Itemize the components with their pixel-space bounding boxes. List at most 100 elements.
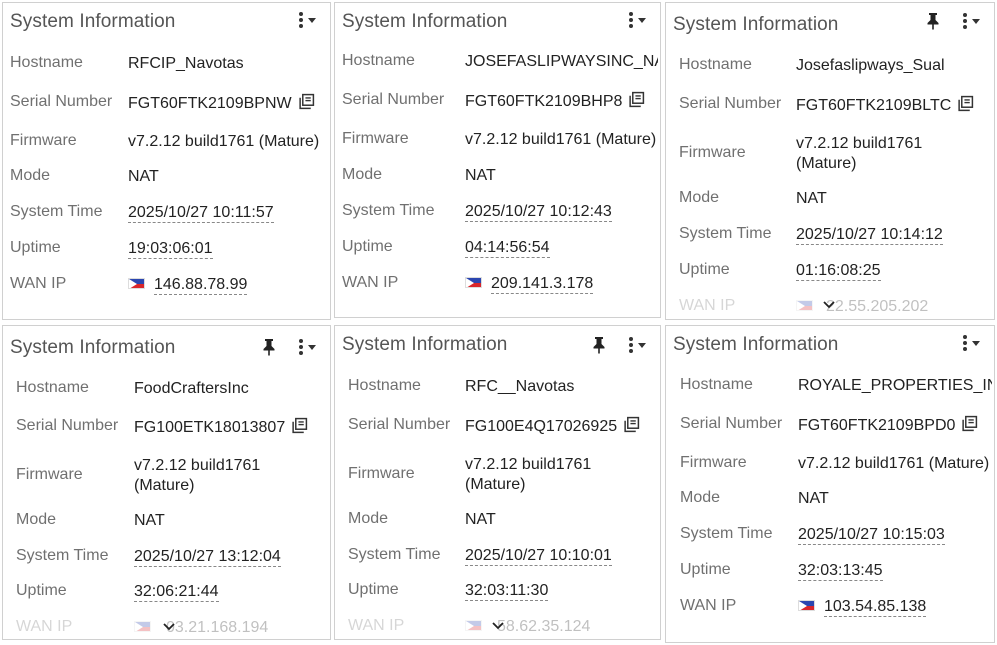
system-time-label: System Time: [10, 203, 103, 220]
copy-icon[interactable]: [291, 417, 308, 434]
firmware-label: Firmware: [16, 466, 83, 483]
mode-label: Mode: [10, 167, 51, 184]
copy-icon[interactable]: [298, 93, 315, 110]
firmware-value: v7.2.12 build1761 (Mature): [134, 457, 261, 494]
scroll-down-chevron-icon[interactable]: [492, 621, 504, 631]
hostname-value: Josefaslipways_Sual: [796, 57, 945, 74]
firmware-label: Firmware: [680, 454, 747, 471]
wan-ip-value[interactable]: 209.141.3.178: [491, 275, 594, 294]
widget-title: System Information: [342, 11, 508, 32]
philippines-flag-icon: [798, 600, 815, 611]
mode-value: NAT: [128, 168, 159, 185]
uptime-label: Uptime: [679, 261, 730, 278]
philippines-flag-icon: [465, 277, 482, 288]
uptime-value[interactable]: 01:16:08:25: [796, 262, 881, 281]
system-time-value[interactable]: 2025/10/27 10:12:43: [465, 203, 612, 222]
system-time-label: System Time: [16, 547, 109, 564]
mode-value: NAT: [134, 512, 165, 529]
system-time-value[interactable]: 2025/10/27 10:10:01: [465, 547, 612, 566]
scroll-down-chevron-icon[interactable]: [163, 622, 175, 632]
hostname-value: RFCIP_Navotas: [128, 55, 244, 72]
wan-ip-value[interactable]: 103.54.85.138: [824, 598, 927, 617]
uptime-label: Uptime: [10, 239, 61, 256]
widget-menu-icon[interactable]: [963, 335, 980, 351]
system-time-value[interactable]: 2025/10/27 10:11:57: [128, 204, 274, 223]
mode-label: Mode: [679, 189, 720, 206]
uptime-label: Uptime: [680, 561, 731, 578]
pin-icon[interactable]: [925, 12, 941, 30]
uptime-value[interactable]: 32:03:11:30: [465, 582, 549, 601]
serial-value: FGT60FTK2109BHP8: [465, 91, 658, 112]
wan-ip-label: WAN IP: [679, 297, 736, 314]
serial-text: FGT60FTK2109BLTC: [796, 97, 952, 114]
philippines-flag-icon: [796, 300, 813, 311]
system-time-label: System Time: [680, 525, 773, 542]
widget-menu-icon[interactable]: [629, 12, 646, 28]
serial-text: FGT60FTK2109BPD0: [798, 417, 956, 434]
system-time-value[interactable]: 2025/10/27 10:14:12: [796, 226, 943, 245]
pin-icon[interactable]: [261, 338, 277, 356]
mode-value: NAT: [465, 511, 496, 528]
widget-menu-icon[interactable]: [629, 337, 646, 353]
system-time-label: System Time: [342, 202, 435, 219]
system-time-value[interactable]: 2025/10/27 10:15:03: [798, 526, 945, 545]
wan-ip-value[interactable]: 22.55.205.202: [826, 298, 928, 315]
mode-label: Mode: [16, 511, 57, 528]
serial-value: FGT60FTK2109BLTC: [796, 95, 992, 116]
firmware-label: Firmware: [342, 130, 409, 147]
serial-label: Serial Number: [342, 91, 445, 108]
wan-ip-value[interactable]: 03.21.168.194: [166, 619, 268, 636]
copy-icon[interactable]: [628, 91, 645, 108]
widget-title: System Information: [673, 14, 839, 35]
system-info-widget-6: System Information Hostname ROYALE_PROPE…: [665, 325, 995, 643]
widget-menu-icon[interactable]: [299, 12, 316, 28]
wan-ip-label: WAN IP: [348, 617, 405, 634]
hostname-value: JOSEFASLIPWAYSINC_NAV: [465, 53, 658, 70]
firmware-value: v7.2.12 build1761 (Mature): [128, 133, 320, 150]
serial-label: Serial Number: [348, 416, 451, 433]
hostname-label: Hostname: [342, 52, 415, 69]
serial-label: Serial Number: [10, 93, 113, 110]
uptime-value[interactable]: 32:03:13:45: [798, 562, 883, 581]
widget-menu-icon[interactable]: [963, 13, 980, 29]
firmware-label: Firmware: [10, 132, 77, 149]
firmware-label: Firmware: [679, 144, 746, 161]
hostname-value: ROYALE_PROPERTIES_INC: [798, 377, 992, 394]
philippines-flag-icon: [465, 620, 482, 631]
uptime-value[interactable]: 32:06:21:44: [134, 583, 219, 602]
system-info-widget-3: System Information Hostname Josefaslipwa…: [665, 2, 995, 320]
uptime-value[interactable]: 19:03:06:01: [128, 240, 213, 259]
widget-menu-icon[interactable]: [299, 339, 316, 355]
wan-ip-label: WAN IP: [10, 275, 67, 292]
serial-label: Serial Number: [680, 415, 783, 432]
mode-label: Mode: [680, 489, 721, 506]
system-info-widget-2: System Information Hostname JOSEFASLIPWA…: [334, 2, 661, 318]
copy-icon[interactable]: [623, 416, 640, 433]
mode-label: Mode: [348, 510, 389, 527]
firmware-value: v7.2.12 build1761 (Mature): [465, 456, 592, 493]
mode-value: NAT: [796, 190, 827, 207]
firmware-value: v7.2.12 build1761 (Mature): [465, 131, 657, 148]
mode-label: Mode: [342, 166, 383, 183]
widget-title: System Information: [10, 11, 176, 32]
wan-ip-value[interactable]: 146.88.78.99: [154, 276, 248, 295]
pin-icon[interactable]: [591, 336, 607, 354]
serial-value: FG100E4Q17026925: [465, 416, 658, 437]
firmware-value: v7.2.12 build1761 (Mature): [796, 135, 923, 172]
hostname-label: Hostname: [680, 376, 753, 393]
serial-value: FGT60FTK2109BPD0: [798, 415, 992, 436]
system-time-value[interactable]: 2025/10/27 13:12:04: [134, 548, 281, 567]
uptime-value[interactable]: 04:14:56:54: [465, 239, 550, 258]
hostname-label: Hostname: [348, 377, 421, 394]
serial-label: Serial Number: [16, 417, 119, 434]
copy-icon[interactable]: [961, 415, 978, 432]
scroll-down-chevron-icon[interactable]: [823, 300, 835, 310]
hostname-label: Hostname: [679, 56, 752, 73]
copy-icon[interactable]: [957, 95, 974, 112]
wan-ip-label: WAN IP: [680, 597, 737, 614]
uptime-label: Uptime: [348, 581, 399, 598]
system-time-label: System Time: [679, 225, 772, 242]
firmware-label: Firmware: [348, 465, 415, 482]
wan-ip-value[interactable]: 58.62.35.124: [497, 618, 590, 635]
serial-text: FGT60FTK2109BPNW: [128, 95, 292, 112]
